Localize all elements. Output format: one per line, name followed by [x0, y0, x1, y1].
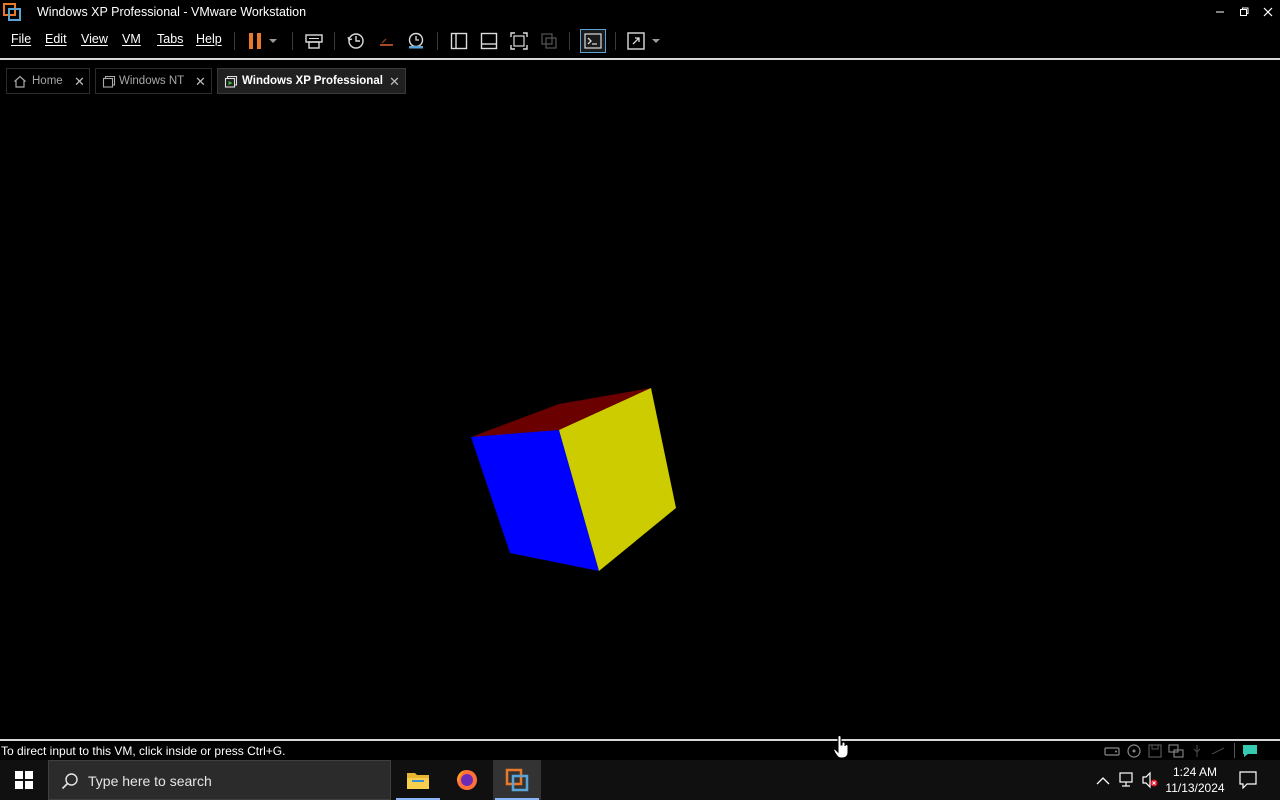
home-icon [13, 75, 27, 93]
chevron-up-icon[interactable] [1096, 773, 1110, 791]
windows-logo-icon [15, 771, 33, 789]
rotating-cube [471, 388, 676, 571]
clock-time: 1:24 AM [1172, 765, 1218, 779]
search-icon [61, 772, 79, 795]
tab-label: Windows XP Professional [242, 75, 383, 87]
menu-bar: File Edit View VM Tabs Help [0, 24, 1280, 58]
vm-icon [102, 75, 116, 93]
close-icon[interactable] [1256, 0, 1280, 24]
menu-help[interactable]: Help [196, 32, 222, 46]
toolbar-separator [437, 32, 438, 50]
toolbar-separator [615, 32, 616, 50]
dropdown-arrow-icon[interactable] [265, 29, 281, 53]
tab-label: Home [32, 75, 63, 87]
toolbar-separator [292, 32, 293, 50]
revert-snapshot-icon[interactable] [374, 29, 398, 53]
tab-strip: Home ✕ Windows NT ✕ Windows XP Professio… [0, 58, 1280, 98]
taskbar-file-explorer[interactable] [394, 760, 442, 800]
toolbar-separator [234, 32, 235, 50]
console-view-icon[interactable] [580, 29, 606, 53]
toolbar-separator [569, 32, 570, 50]
tab-windows-xp-professional[interactable]: Windows XP Professional ✕ [217, 68, 406, 94]
vmware-icon [3, 3, 21, 21]
taskbar: Type here to search 1:24 AM 11/13/2024 [0, 760, 1280, 800]
network-icon[interactable] [1119, 771, 1137, 794]
vm-display[interactable] [3, 98, 1277, 736]
close-icon[interactable]: ✕ [389, 74, 400, 90]
tab-windows-nt[interactable]: Windows NT ✕ [95, 68, 212, 94]
send-ctrl-alt-del-icon[interactable] [302, 29, 326, 53]
tab-home[interactable]: Home ✕ [6, 68, 90, 94]
taskbar-vmware-workstation[interactable] [493, 760, 541, 800]
search-box[interactable]: Type here to search [48, 760, 391, 800]
snapshot-icon[interactable] [344, 29, 368, 53]
menu-file[interactable]: File [11, 32, 31, 46]
vm-running-icon [224, 75, 238, 93]
clock-date: 11/13/2024 [1165, 781, 1225, 795]
status-bar: To direct input to this VM, click inside… [0, 739, 1280, 760]
menu-view[interactable]: View [81, 32, 108, 46]
menu-vm[interactable]: VM [122, 32, 141, 46]
system-clock[interactable]: 1:24 AM 11/13/2024 [1158, 764, 1232, 796]
notification-icon[interactable] [1239, 771, 1257, 794]
menu-edit[interactable]: Edit [45, 32, 67, 46]
vmware-icon [505, 768, 529, 792]
title-bar: Windows XP Professional - VMware Worksta… [0, 0, 1280, 24]
dropdown-arrow-icon[interactable] [648, 29, 664, 53]
toolbar-separator [334, 32, 335, 50]
pause-icon[interactable] [243, 29, 267, 53]
close-icon[interactable]: ✕ [74, 74, 85, 90]
status-separator [1234, 743, 1235, 758]
unity-icon[interactable] [537, 29, 561, 53]
show-library-icon[interactable] [447, 29, 471, 53]
close-icon[interactable]: ✕ [195, 74, 206, 90]
minimize-icon[interactable] [1208, 0, 1232, 24]
hand-cursor-icon [833, 735, 849, 764]
file-explorer-icon [407, 773, 429, 789]
taskbar-firefox[interactable] [443, 760, 491, 800]
menu-tabs[interactable]: Tabs [157, 32, 183, 46]
show-thumbnail-icon[interactable] [477, 29, 501, 53]
snapshot-manager-icon[interactable] [404, 29, 428, 53]
tab-label: Windows NT [119, 75, 185, 87]
firefox-icon [457, 770, 477, 790]
search-placeholder: Type here to search [88, 773, 212, 789]
stretch-guest-icon[interactable] [624, 29, 648, 53]
status-message: To direct input to this VM, click inside… [1, 744, 286, 758]
volume-muted-icon[interactable] [1141, 771, 1159, 794]
start-button[interactable] [0, 760, 48, 800]
full-screen-icon[interactable] [507, 29, 531, 53]
restore-icon[interactable] [1232, 0, 1256, 24]
window-title: Windows XP Professional - VMware Worksta… [37, 5, 307, 19]
